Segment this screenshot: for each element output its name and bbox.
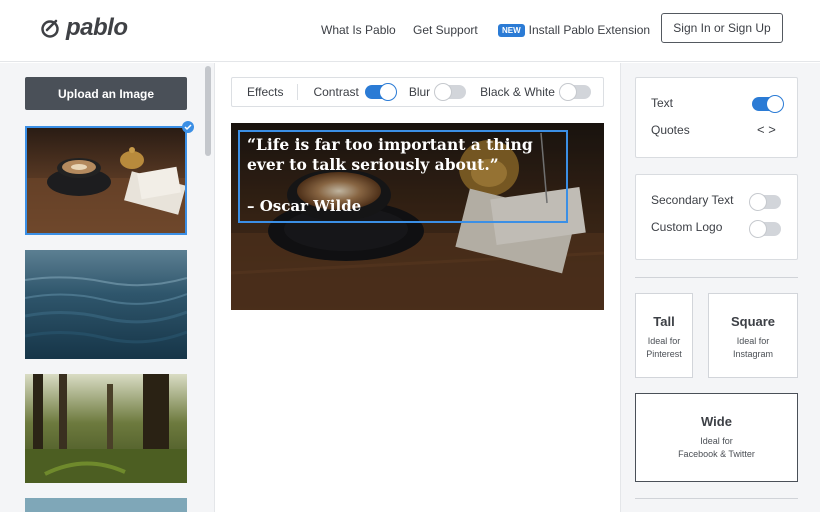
custom-logo-label: Custom Logo bbox=[651, 220, 723, 234]
quote-author[interactable]: – Oscar Wilde bbox=[247, 197, 361, 215]
wide-title: Wide bbox=[701, 414, 732, 429]
size-wide-option[interactable]: Wide Ideal for Facebook & Twitter bbox=[635, 393, 798, 482]
custom-logo-toggle[interactable] bbox=[749, 220, 781, 238]
image-list-scrollbar[interactable] bbox=[205, 66, 211, 156]
quote-text[interactable]: “Life is far too important a thing ever … bbox=[247, 135, 567, 175]
tall-title: Tall bbox=[653, 314, 675, 329]
square-subtitle-1: Ideal for bbox=[736, 336, 770, 346]
wide-subtitle-1: Ideal for bbox=[700, 436, 733, 446]
quotes-label: Quotes bbox=[651, 123, 690, 137]
nav-what-is-pablo[interactable]: What Is Pablo bbox=[321, 23, 396, 37]
black-white-option[interactable]: Black & White bbox=[480, 83, 591, 101]
secondary-text-toggle[interactable] bbox=[749, 193, 781, 211]
effects-toolbar: Effects Contrast Blur Black & White bbox=[231, 77, 604, 107]
sign-in-button[interactable]: Sign In or Sign Up bbox=[661, 13, 783, 43]
blur-toggle[interactable] bbox=[434, 83, 467, 101]
text-toggle[interactable] bbox=[752, 95, 784, 113]
secondary-options-card bbox=[635, 174, 798, 260]
app-header: pablo What Is Pablo Get Support NEW Inst… bbox=[0, 0, 820, 62]
black-white-label: Black & White bbox=[480, 85, 555, 99]
text-options-card bbox=[635, 77, 798, 158]
size-tall-option[interactable]: Tall Ideal for Pinterest bbox=[635, 293, 693, 378]
text-label: Text bbox=[651, 96, 674, 110]
selected-check-icon bbox=[182, 121, 194, 133]
contrast-toggle[interactable] bbox=[364, 83, 397, 101]
quotes-arrows-icon[interactable]: < > bbox=[757, 122, 776, 137]
sky-image[interactable] bbox=[25, 498, 187, 512]
wide-subtitle-2: Facebook & Twitter bbox=[678, 449, 755, 459]
logo-text: pablo bbox=[66, 14, 128, 41]
effects-label[interactable]: Effects bbox=[232, 84, 299, 100]
contrast-label: Contrast bbox=[313, 85, 359, 99]
size-square-option[interactable]: Square Ideal for Instagram bbox=[708, 293, 798, 378]
nav-install-extension[interactable]: NEW Install Pablo Extension bbox=[498, 23, 650, 37]
panel-divider-bottom bbox=[635, 498, 798, 499]
install-label: Install Pablo Extension bbox=[528, 23, 651, 37]
pablo-logo-icon bbox=[41, 19, 59, 38]
square-subtitle-2: Instagram bbox=[732, 349, 774, 359]
blur-option[interactable]: Blur bbox=[408, 83, 467, 101]
contrast-option[interactable]: Contrast bbox=[313, 83, 397, 101]
tall-subtitle-1: Ideal for bbox=[647, 336, 681, 346]
image-library-panel: Upload an Image bbox=[0, 63, 215, 512]
blur-label: Blur bbox=[408, 85, 431, 99]
ocean-water-image[interactable] bbox=[25, 250, 187, 359]
nav-get-support[interactable]: Get Support bbox=[413, 23, 478, 37]
upload-image-button[interactable]: Upload an Image bbox=[25, 77, 187, 110]
tall-subtitle-2: Pinterest bbox=[646, 349, 682, 359]
black-white-toggle[interactable] bbox=[558, 83, 591, 101]
coffee-cup-image[interactable] bbox=[25, 126, 187, 235]
secondary-text-label: Secondary Text bbox=[651, 193, 734, 207]
forest-image[interactable] bbox=[25, 374, 187, 483]
pablo-logo[interactable]: pablo bbox=[40, 14, 128, 42]
square-title: Square bbox=[730, 314, 776, 329]
new-badge: NEW bbox=[498, 23, 525, 37]
panel-divider bbox=[635, 277, 798, 278]
